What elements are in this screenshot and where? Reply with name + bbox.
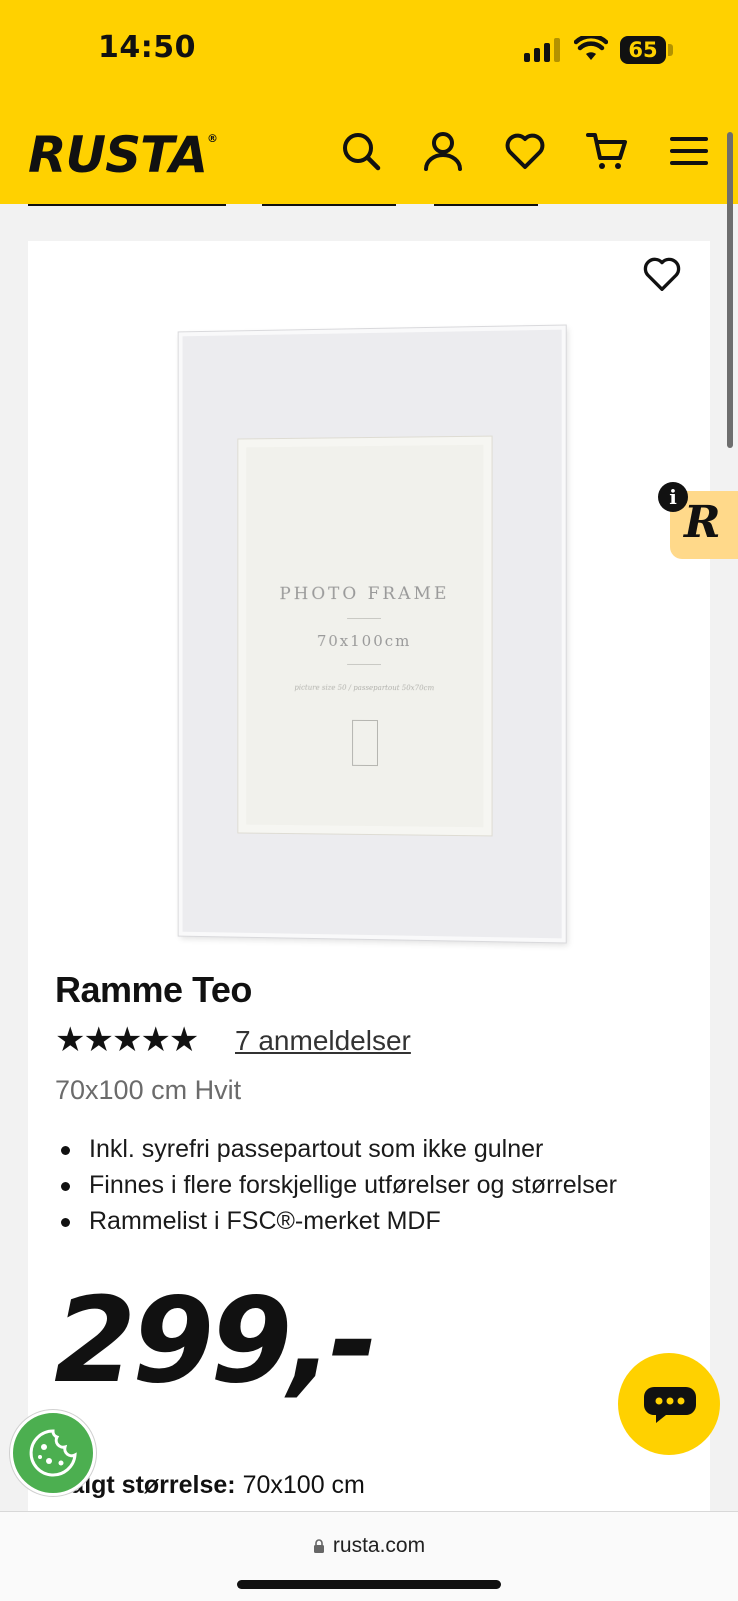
breadcrumb-link-underline[interactable]	[262, 204, 396, 206]
selected-size: Valgt størrelse: 70x100 cm	[55, 1471, 365, 1500]
battery-indicator: 65	[620, 36, 666, 64]
cookie-icon	[29, 1429, 77, 1477]
breadcrumb-link-underline[interactable]	[28, 204, 226, 206]
cart-icon[interactable]	[586, 130, 628, 172]
product-image[interactable]: PHOTO FRAME 70x100cm picture size 50 / p…	[178, 325, 566, 943]
wifi-icon	[574, 36, 608, 60]
chat-button[interactable]	[618, 1353, 720, 1455]
breadcrumb	[0, 204, 738, 210]
cellular-signal-icon	[524, 38, 560, 62]
logo-text: RUSTA	[28, 126, 208, 184]
divider	[347, 663, 381, 666]
site-header: 14:50 65 RUSTA®	[0, 0, 738, 204]
product-card: PHOTO FRAME 70x100cm picture size 50 / p…	[28, 241, 710, 1511]
frame-passepartout: PHOTO FRAME 70x100cm picture size 50 / p…	[237, 435, 493, 837]
rating-stars-icon: ★★★★★	[55, 1021, 199, 1059]
product-price: 299,-	[54, 1271, 378, 1409]
image-small-print: picture size 50 / passepartout 50x70cm	[294, 683, 435, 693]
menu-icon[interactable]	[668, 130, 710, 172]
home-indicator[interactable]	[237, 1580, 501, 1589]
rusta-logo[interactable]: RUSTA®	[28, 126, 218, 184]
reviews-link[interactable]: 7 anmeldelser	[235, 1025, 411, 1057]
selected-size-value: 70x100 cm	[242, 1471, 365, 1499]
feature-item: Inkl. syrefri passepartout som ikke guln…	[55, 1131, 617, 1167]
product-variant: 70x100 cm Hvit	[55, 1075, 242, 1105]
cookie-settings-button[interactable]	[10, 1410, 96, 1496]
fsc-logo-icon	[352, 719, 378, 767]
add-to-favorites-heart-icon[interactable]	[642, 255, 682, 295]
breadcrumb-link-underline[interactable]	[434, 204, 538, 206]
feature-item: Finnes i flere forskjellige utførelser o…	[55, 1167, 617, 1203]
feature-list: Inkl. syrefri passepartout som ikke guln…	[55, 1131, 617, 1239]
status-time: 14:50	[98, 30, 196, 65]
logo-mark: ®	[207, 132, 218, 145]
battery-tip	[668, 44, 673, 56]
image-frame-size: 70x100cm	[316, 631, 412, 651]
scrollbar[interactable]	[727, 132, 733, 448]
info-icon[interactable]: i	[658, 482, 688, 512]
review-widget-logo-icon: R	[684, 497, 721, 548]
search-icon[interactable]	[340, 130, 382, 172]
account-icon[interactable]	[422, 130, 464, 172]
url-display[interactable]: rusta.com	[0, 1534, 738, 1558]
favorites-icon[interactable]	[504, 130, 546, 172]
feature-item: Rammelist i FSC®-merket MDF	[55, 1203, 617, 1239]
chat-bubble-icon	[644, 1387, 696, 1423]
image-frame-title: PHOTO FRAME	[279, 583, 450, 605]
url-text: rusta.com	[332, 1534, 426, 1557]
lock-icon	[313, 1539, 324, 1553]
product-title: Ramme Teo	[55, 969, 252, 1010]
divider	[347, 617, 381, 620]
